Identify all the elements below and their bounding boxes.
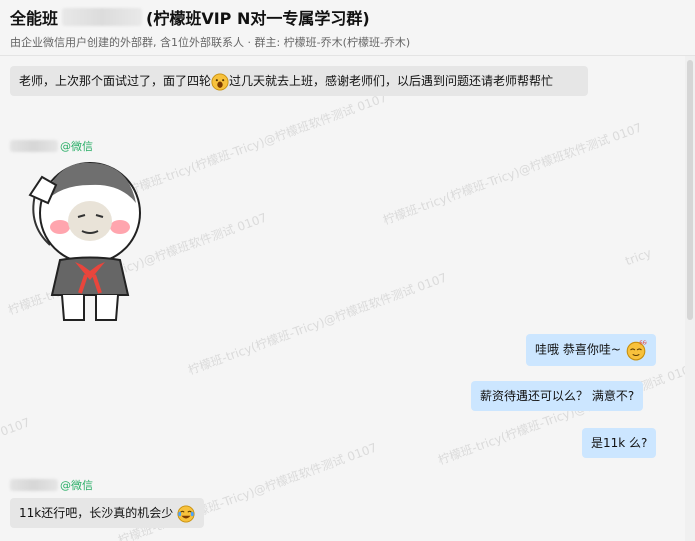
group-title[interactable]: 全能班 (柠檬班VIP N对一专属学习群) [10,6,370,28]
message-text: 老师，上次那个面试过了，面了四轮 [19,74,212,88]
message-bubble[interactable]: 老师，上次那个面试过了，面了四轮 过几天就去上班，感谢老师们，以后遇到问题还请老… [10,66,588,96]
blurred-sender [10,140,58,152]
message-bubble[interactable]: 11k还行吧，长沙真的机会少 [10,498,205,528]
clap-emoji: 666 [626,341,647,361]
message-text: 11k还行吧，长沙真的机会少 [19,506,174,520]
message-text: 哇哦 恭喜你哇~ [535,342,621,357]
message-text-continued: 过几天就去上班，感谢老师们，以后遇到问题还请老师帮帮忙 [229,74,554,88]
watermark: 柠檬班-tricy(柠檬班-Tricy)@柠檬班软件测试 0107 [436,360,695,468]
sender-name: @微信 [10,477,93,493]
svg-text:666: 666 [639,341,647,347]
sender-suffix: @微信 [60,140,93,153]
blurred-sender [10,479,58,491]
watermark: 柠檬班-tricy(柠檬班-Tricy)@柠檬班软件测试 0107 [186,270,449,378]
message-bubble[interactable]: 薪资待遇还可以么？ 满意不? [471,381,644,411]
title-suffix: (柠檬班VIP N对一专属学习群) [146,9,370,28]
scrollbar-thumb[interactable] [687,60,693,320]
message-bubble[interactable]: 是11k 么? [582,428,657,458]
title-prefix: 全能班 [10,9,59,28]
sender-name: @微信 [10,138,93,154]
laugh-cry-emoji [177,504,195,523]
message-bubble[interactable]: 哇哦 恭喜你哇~ 666 [526,334,656,366]
watermark: tricy [623,245,654,269]
chat-header: 全能班 (柠檬班VIP N对一专属学习群) 由企业微信用户创建的外部群, 含1位… [0,0,695,56]
group-subtitle: 由企业微信用户创建的外部群, 含1位外部联系人 · 群主: 柠檬班-乔木(柠檬班… [10,36,411,49]
watermark: 0107 [0,415,33,439]
grin-emoji [211,72,229,91]
message-text: 是11k 么? [591,436,648,450]
watermark: 柠檬班-tricy(柠檬班-Tricy)@柠檬班软件测试 0107 [126,90,389,198]
blurred-name [62,8,143,26]
watermark: 柠檬班-tricy(柠檬班-Tricy)@柠檬班软件测试 0107 [381,120,644,228]
salute-sticker[interactable] [20,155,155,325]
sender-suffix: @微信 [60,479,93,492]
message-text: 薪资待遇还可以么？ 满意不? [480,389,635,403]
